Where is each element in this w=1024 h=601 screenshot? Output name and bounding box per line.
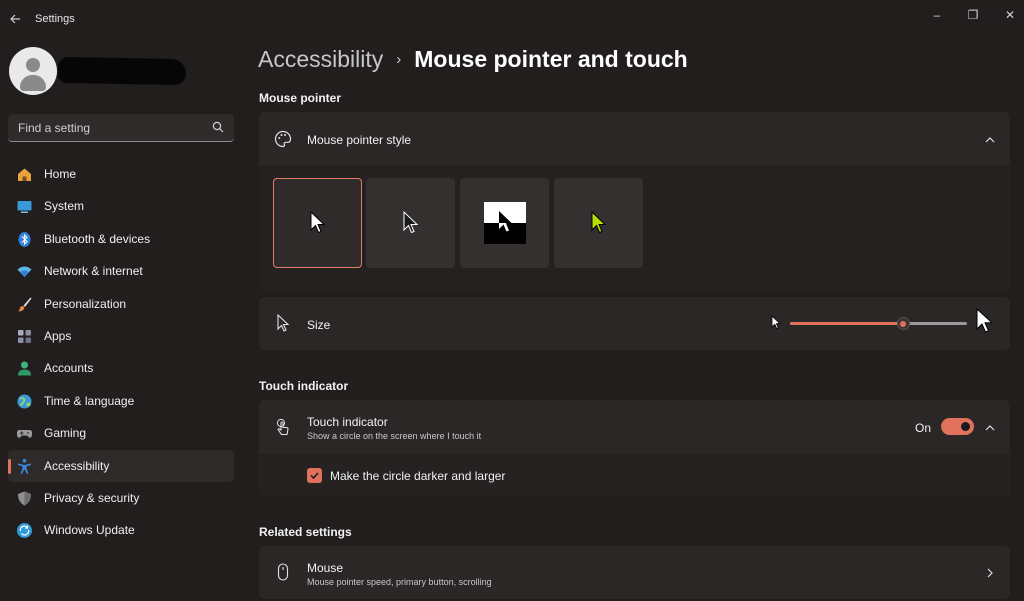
size-label: Size — [307, 318, 331, 332]
brush-icon — [18, 297, 32, 312]
search-icon[interactable] — [212, 121, 224, 133]
avatar[interactable] — [9, 47, 57, 95]
slider-thumb[interactable] — [896, 317, 910, 330]
pointer-style-custom[interactable] — [554, 178, 643, 268]
globe-icon — [17, 394, 32, 409]
breadcrumb-separator: › — [396, 51, 402, 68]
apps-icon — [18, 329, 31, 343]
sidebar-item-time-language[interactable]: Time & language — [8, 385, 234, 417]
avatar-head — [26, 58, 40, 72]
breadcrumb: Accessibility › Mouse pointer and touch — [258, 46, 688, 73]
toggle-knob — [961, 422, 970, 431]
mouse-pointer-style-card[interactable]: Mouse pointer style — [259, 112, 1010, 166]
sidebar-item-label: Accessibility — [44, 458, 110, 473]
home-icon — [18, 168, 31, 181]
custom-color-cursor-icon — [591, 211, 606, 234]
touch-icon — [276, 418, 289, 436]
mouse-icon — [277, 563, 289, 581]
sidebar-item-windows-update[interactable]: Windows Update — [8, 514, 234, 546]
sidebar-item-bluetooth[interactable]: Bluetooth & devices — [8, 223, 234, 255]
sidebar-item-label: Bluetooth & devices — [44, 231, 151, 246]
section-title-related-settings: Related settings — [259, 525, 352, 539]
checkmark-icon — [310, 472, 319, 480]
black-cursor-icon — [403, 211, 418, 234]
chevron-right-icon[interactable] — [983, 566, 997, 580]
sidebar-item-label: Apps — [44, 328, 72, 343]
sidebar-item-label: System — [44, 199, 85, 214]
shield-icon — [18, 491, 31, 506]
chevron-up-icon[interactable] — [983, 421, 997, 435]
sidebar-item-gaming[interactable]: Gaming — [8, 417, 234, 449]
close-button[interactable]: ✕ — [998, 6, 1022, 24]
mouse-pointer-style-label: Mouse pointer style — [307, 133, 412, 147]
sidebar-item-accessibility[interactable]: Accessibility — [8, 449, 234, 482]
pointer-size-slider[interactable] — [790, 317, 967, 330]
sidebar-item-label: Personalization — [44, 296, 127, 311]
sidebar-item-label: Gaming — [44, 426, 87, 441]
darker-circle-checkbox[interactable] — [307, 468, 322, 483]
related-mouse-card[interactable]: Mouse Mouse pointer speed, primary butto… — [259, 546, 1010, 599]
sidebar: Home System Bluetooth & devices Network … — [0, 38, 244, 601]
touch-indicator-subtitle: Show a circle on the screen where I touc… — [307, 431, 482, 441]
darker-circle-label: Make the circle darker and larger — [330, 469, 506, 483]
large-pointer-icon — [976, 308, 994, 333]
title-bar: Settings – ❐ ✕ — [0, 0, 1024, 38]
inverted-cursor-icon — [483, 202, 526, 244]
app-title: Settings — [35, 13, 75, 25]
sidebar-item-label: Home — [44, 167, 77, 181]
pointer-style-black[interactable] — [366, 178, 455, 268]
section-title-mouse-pointer: Mouse pointer — [259, 91, 342, 105]
touch-indicator-title: Touch indicator — [307, 415, 388, 429]
sidebar-item-home[interactable]: Home — [8, 158, 234, 190]
nav-list: Home System Bluetooth & devices Network … — [8, 158, 234, 547]
small-pointer-icon — [771, 315, 781, 330]
restore-button[interactable]: ❐ — [961, 6, 985, 24]
breadcrumb-parent[interactable]: Accessibility — [258, 46, 383, 73]
accounts-icon — [18, 361, 31, 376]
sidebar-item-label: Privacy & security — [44, 490, 140, 505]
pointer-style-white[interactable] — [273, 178, 362, 268]
sidebar-item-network[interactable]: Network & internet — [8, 255, 234, 287]
pointer-style-options — [259, 167, 1010, 292]
pointer-icon — [277, 313, 290, 332]
minimize-button[interactable]: – — [925, 6, 949, 24]
sidebar-item-label: Time & language — [44, 393, 135, 408]
system-icon — [17, 201, 32, 214]
toggle-state-label: On — [915, 421, 932, 435]
touch-indicator-toggle[interactable] — [941, 418, 974, 435]
palette-icon — [274, 130, 292, 148]
avatar-body — [20, 75, 46, 91]
sidebar-item-personalization[interactable]: Personalization — [8, 288, 234, 320]
redacted-user-name — [57, 56, 187, 86]
search-box[interactable] — [8, 114, 234, 142]
accessibility-icon — [18, 458, 31, 474]
page-title: Mouse pointer and touch — [414, 46, 688, 72]
search-input[interactable] — [18, 120, 208, 136]
sidebar-item-apps[interactable]: Apps — [8, 320, 234, 352]
sidebar-item-label: Network & internet — [44, 264, 143, 279]
white-cursor-icon — [310, 211, 325, 234]
pointer-style-inverted[interactable] — [460, 178, 549, 268]
network-icon — [17, 266, 32, 278]
slider-fill — [790, 322, 904, 325]
sidebar-item-privacy-security[interactable]: Privacy & security — [8, 482, 234, 514]
update-icon — [17, 523, 32, 539]
touch-indicator-card[interactable]: Touch indicator Show a circle on the scr… — [259, 400, 1010, 454]
selection-indicator — [8, 458, 11, 474]
sidebar-item-label: Accounts — [44, 361, 94, 376]
related-mouse-title: Mouse — [307, 561, 344, 575]
sidebar-item-system[interactable]: System — [8, 190, 234, 222]
chevron-up-icon[interactable] — [983, 133, 997, 147]
sidebar-item-accounts[interactable]: Accounts — [8, 352, 234, 384]
bluetooth-icon — [18, 231, 31, 247]
sidebar-item-label: Windows Update — [44, 523, 135, 538]
gamepad-icon — [16, 430, 33, 438]
back-arrow-icon[interactable] — [6, 10, 24, 28]
related-mouse-subtitle: Mouse pointer speed, primary button, scr… — [307, 577, 492, 587]
section-title-touch-indicator: Touch indicator — [259, 379, 349, 393]
